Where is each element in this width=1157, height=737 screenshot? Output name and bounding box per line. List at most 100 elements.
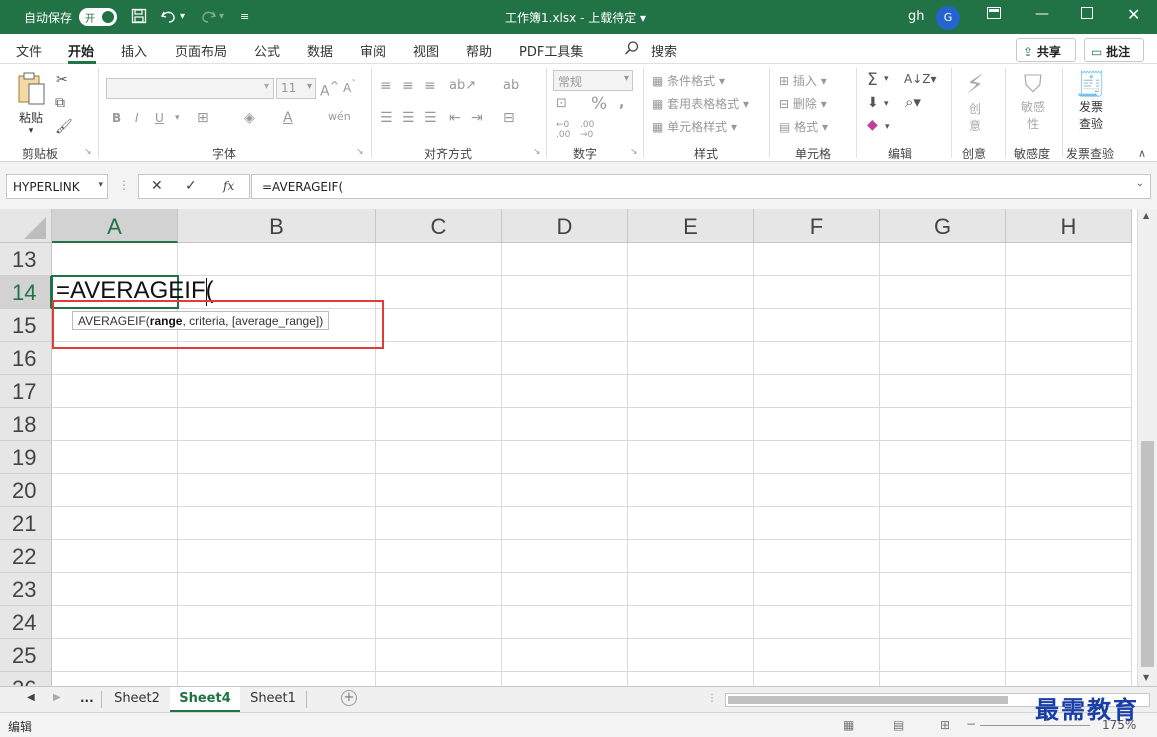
column-header-b[interactable]: B	[178, 209, 376, 243]
number-launcher-icon[interactable]: ↘	[630, 147, 638, 157]
horizontal-scroll-thumb[interactable]	[728, 696, 1008, 704]
increase-decimal-icon[interactable]: ←0.00	[556, 120, 570, 140]
border-icon[interactable]: ⊞	[197, 110, 209, 126]
number-format-select[interactable]: 常规 ▾	[553, 70, 633, 91]
increase-font-icon[interactable]: A^	[320, 79, 339, 100]
find-select-icon[interactable]: ⌕▾	[905, 93, 921, 111]
align-bottom-icon[interactable]: ≡	[424, 78, 436, 94]
row-header-25[interactable]: 25	[0, 639, 52, 672]
decrease-indent-icon[interactable]: ⇤	[449, 110, 461, 126]
tab-search[interactable]: 搜索	[651, 41, 677, 60]
row-header-20[interactable]: 20	[0, 474, 52, 507]
tab-data[interactable]: 数据	[307, 41, 333, 60]
expand-formula-bar-icon[interactable]: ⌄	[1136, 178, 1144, 189]
row-header-21[interactable]: 21	[0, 507, 52, 540]
tab-review[interactable]: 审阅	[360, 41, 386, 60]
font-name-select[interactable]: ▾	[106, 78, 274, 99]
tab-pdf-tools[interactable]: PDF工具集	[519, 41, 583, 60]
column-header-e[interactable]: E	[628, 209, 754, 243]
autosum-dropdown-icon[interactable]: ▾	[884, 74, 889, 84]
comma-style-icon[interactable]: ,	[619, 95, 624, 111]
prev-sheet-icon[interactable]: ◀	[27, 692, 35, 703]
row-header-15[interactable]: 15	[0, 309, 52, 342]
undo-icon[interactable]	[160, 8, 178, 28]
delete-cells-button[interactable]: ⊟ 删除 ▾	[779, 95, 827, 112]
formula-input[interactable]: =AVERAGEIF( ⌄	[251, 174, 1151, 199]
font-size-select[interactable]: 11 ▾	[276, 78, 316, 99]
more-sheets-button[interactable]: ...	[80, 691, 94, 705]
row-header-17[interactable]: 17	[0, 375, 52, 408]
copy-icon[interactable]: ⧉	[55, 95, 65, 111]
maximize-icon[interactable]	[1081, 7, 1093, 23]
paste-button[interactable]: 粘贴 ▾	[14, 72, 48, 136]
align-left-icon[interactable]: ☰	[380, 110, 393, 126]
underline-dropdown-icon[interactable]: ▾	[175, 113, 180, 123]
zoom-out-icon[interactable]: −	[966, 717, 976, 731]
tab-insert[interactable]: 插入	[121, 41, 147, 60]
fill-color-icon[interactable]: ◈	[244, 110, 255, 126]
customize-qat-icon[interactable]: ≡	[240, 10, 249, 23]
scroll-down-icon[interactable]: ▼	[1143, 673, 1149, 682]
page-break-view-icon[interactable]: ⊞	[940, 718, 950, 732]
clear-icon[interactable]: ◆	[867, 117, 878, 133]
clipboard-launcher-icon[interactable]: ↘	[84, 147, 92, 157]
alignment-launcher-icon[interactable]: ↘	[533, 147, 541, 157]
align-right-icon[interactable]: ☰	[424, 110, 437, 126]
page-layout-view-icon[interactable]: ▤	[893, 718, 904, 732]
row-header-14[interactable]: 14	[0, 276, 52, 309]
vertical-scroll-thumb[interactable]	[1141, 441, 1154, 667]
row-header-18[interactable]: 18	[0, 408, 52, 441]
row-header-16[interactable]: 16	[0, 342, 52, 375]
autosave-toggle[interactable]: 开	[79, 8, 117, 26]
decrease-font-icon[interactable]: Aˇ	[343, 79, 356, 95]
underline-icon[interactable]: U	[155, 111, 164, 125]
tab-help[interactable]: 帮助	[466, 41, 492, 60]
align-top-icon[interactable]: ≡	[380, 78, 392, 94]
scroll-up-icon[interactable]: ▲	[1143, 211, 1149, 220]
user-avatar[interactable]: G	[936, 6, 960, 30]
save-icon[interactable]	[131, 8, 147, 28]
fill-icon[interactable]: ⬇	[867, 95, 879, 111]
conditional-format-button[interactable]: ▦ 条件格式 ▾	[652, 72, 725, 89]
decrease-decimal-icon[interactable]: .00 →0	[580, 120, 594, 140]
increase-indent-icon[interactable]: ⇥	[471, 110, 483, 126]
row-header-22[interactable]: 22	[0, 540, 52, 573]
name-box-dropdown-icon[interactable]: ▾	[98, 180, 103, 190]
new-sheet-icon[interactable]: +	[341, 690, 357, 706]
clear-dropdown-icon[interactable]: ▾	[885, 122, 890, 132]
comments-button[interactable]: ▭ 批注	[1084, 38, 1144, 62]
align-center-icon[interactable]: ☰	[402, 110, 415, 126]
cut-icon[interactable]: ✂	[56, 72, 68, 88]
row-header-23[interactable]: 23	[0, 573, 52, 606]
row-header-26[interactable]: 26	[0, 672, 52, 686]
normal-view-icon[interactable]: ▦	[843, 718, 854, 732]
font-color-icon[interactable]: A	[283, 110, 293, 126]
tab-home[interactable]: 开始	[68, 41, 94, 60]
minimize-icon[interactable]: —	[1035, 6, 1049, 22]
bold-icon[interactable]: B	[112, 111, 121, 125]
row-header-19[interactable]: 19	[0, 441, 52, 474]
ribbon-display-icon[interactable]	[987, 7, 1001, 23]
invoice-check-button[interactable]: 🧾 发票 查验	[1071, 70, 1111, 132]
fill-dropdown-icon[interactable]: ▾	[884, 99, 889, 109]
phonetic-icon[interactable]: wén	[328, 110, 351, 123]
cell-styles-button[interactable]: ▦ 单元格样式 ▾	[652, 118, 737, 135]
merge-center-icon[interactable]: ⊟	[503, 110, 515, 126]
column-header-f[interactable]: F	[754, 209, 880, 243]
row-header-13[interactable]: 13	[0, 243, 52, 276]
enter-icon[interactable]: ✓	[185, 178, 197, 194]
wrap-text-icon[interactable]: ab	[503, 78, 519, 93]
document-title[interactable]: 工作簿1.xlsx - 上载待定 ▾	[505, 9, 646, 26]
percent-icon[interactable]: %	[591, 94, 607, 114]
column-header-g[interactable]: G	[880, 209, 1006, 243]
tab-view[interactable]: 视图	[413, 41, 439, 60]
cancel-icon[interactable]: ✕	[151, 178, 163, 194]
tab-page-layout[interactable]: 页面布局	[175, 41, 227, 60]
name-box[interactable]: HYPERLINK ▾	[6, 174, 108, 199]
sensitivity-button[interactable]: ⛉ 敏感 性	[1013, 70, 1053, 132]
sheet-tab-sheet1[interactable]: Sheet1	[240, 687, 306, 712]
autosum-icon[interactable]: Σ	[867, 70, 878, 90]
italic-icon[interactable]: I	[135, 111, 139, 125]
undo-dropdown-icon[interactable]: ▾	[180, 11, 185, 22]
row-header-24[interactable]: 24	[0, 606, 52, 639]
